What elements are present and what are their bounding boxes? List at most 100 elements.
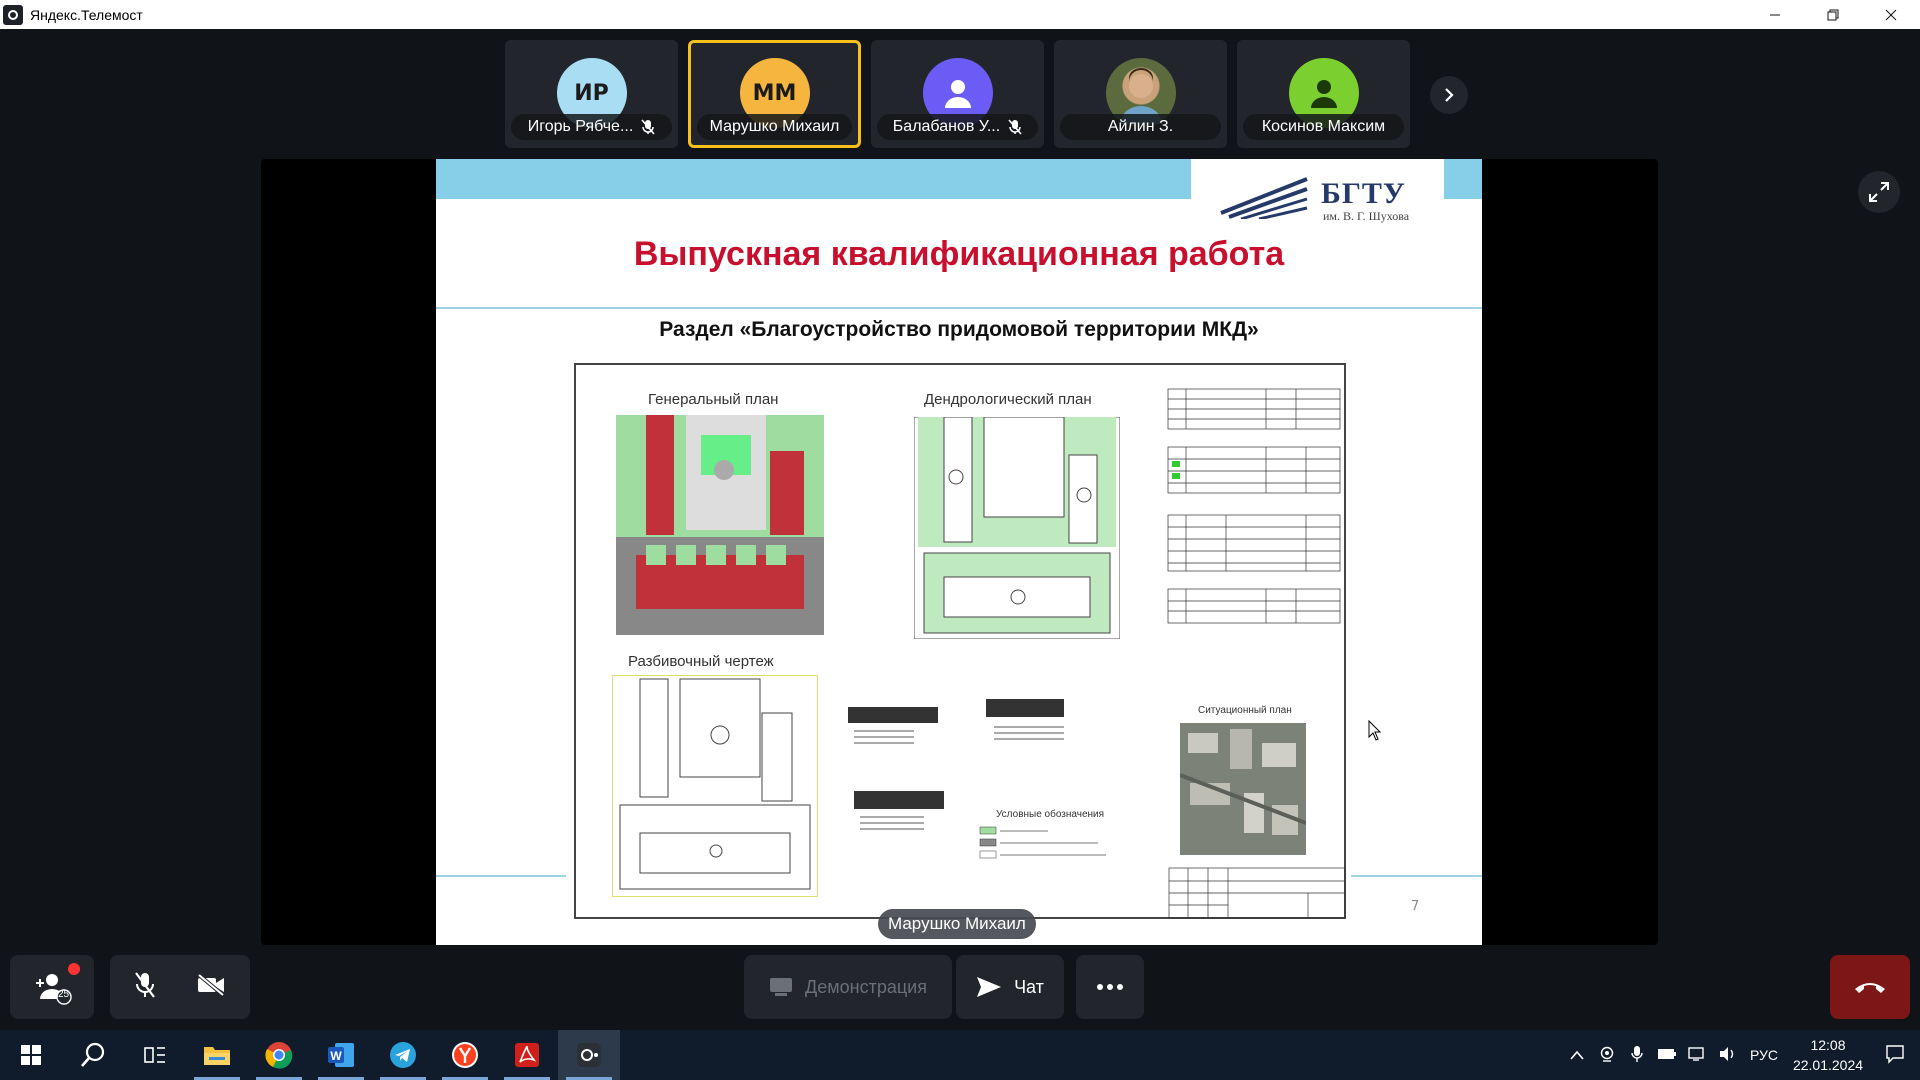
shared-slide: БГТУ им. В. Г. Шухова Выпускная квалифик… <box>436 159 1482 945</box>
clock-date: 22.01.2024 <box>1792 1057 1864 1073</box>
screen-share-button[interactable]: Демонстрация <box>744 955 952 1019</box>
university-logo: БГТУ им. В. Г. Шухова <box>1191 159 1444 229</box>
chat-label: Чат <box>1014 976 1044 997</box>
chevron-up-icon[interactable] <box>1562 1047 1592 1063</box>
microphone-tray-icon[interactable] <box>1622 1045 1652 1066</box>
task-view-icon <box>144 1047 165 1063</box>
general-plan-label: Генеральный план <box>648 391 779 408</box>
word-icon: W <box>328 1043 354 1067</box>
invite-participants-button[interactable]: 25 <box>10 955 94 1019</box>
chrome-icon <box>265 1042 293 1069</box>
chevron-right-icon <box>1445 88 1454 102</box>
participant-name: Балабанов У... <box>892 118 1001 135</box>
mic-off-icon <box>641 119 655 135</box>
dendro-plan-drawing <box>914 417 1120 639</box>
telemost-icon <box>577 1043 601 1067</box>
windows-taskbar: W РУС 12:08 22.01.2024 <box>0 1030 1920 1080</box>
dendro-plan-label: Дендрологический план <box>924 391 1092 408</box>
restore-icon <box>1827 9 1839 20</box>
participant-strip: ИР Игорь Рябче... ММ Марушко Михаил Бала… <box>505 40 1410 148</box>
minimize-icon <box>1770 14 1780 15</box>
participant-tile[interactable]: Айлин З. <box>1054 40 1227 148</box>
hang-up-icon <box>1855 983 1885 993</box>
search-button[interactable] <box>62 1030 124 1080</box>
schedule-tables <box>1167 388 1341 624</box>
logo-subtext: им. В. Г. Шухова <box>1323 209 1410 223</box>
start-button[interactable] <box>0 1030 62 1080</box>
chrome-button[interactable] <box>248 1030 310 1080</box>
camera-off-icon <box>197 972 225 997</box>
logo-text: БГТУ <box>1321 177 1406 210</box>
acrobat-button[interactable] <box>496 1030 558 1080</box>
notifications-button[interactable] <box>1870 1044 1920 1067</box>
battery-icon[interactable] <box>1652 1047 1682 1063</box>
system-tray: РУС 12:08 22.01.2024 <box>1562 1030 1920 1080</box>
camera-button[interactable] <box>196 972 226 1002</box>
situation-plan-map <box>1180 723 1306 855</box>
close-button[interactable] <box>1862 0 1920 29</box>
notification-icon <box>1886 1044 1904 1064</box>
telegram-button[interactable] <box>372 1030 434 1080</box>
legend-swatches <box>979 826 1106 859</box>
word-button[interactable]: W <box>310 1030 372 1080</box>
more-options-button[interactable] <box>1076 955 1144 1019</box>
slide-page-number: 7 <box>1411 899 1420 914</box>
chat-button[interactable]: Чат <box>956 955 1064 1019</box>
participant-tile[interactable]: ИР Игорь Рябче... <box>505 40 678 148</box>
minimize-button[interactable] <box>1746 0 1804 29</box>
expand-icon <box>1869 182 1889 202</box>
layout-drawing-label: Разбивочный чертеж <box>628 653 774 670</box>
slide-divider <box>436 875 566 877</box>
participant-tile[interactable]: Косинов Максим <box>1237 40 1410 148</box>
media-controls <box>110 955 250 1019</box>
mute-button[interactable] <box>134 971 156 1004</box>
participant-name: Айлин З. <box>1107 118 1174 135</box>
mic-off-icon <box>135 971 155 998</box>
title-bar: Яндекс.Телемост <box>0 0 1920 29</box>
fullscreen-button[interactable] <box>1858 171 1900 213</box>
search-icon <box>81 1042 105 1067</box>
folder-icon <box>204 1047 230 1065</box>
restore-button[interactable] <box>1804 0 1862 29</box>
slide-title: Выпускная квалификационная работа <box>633 235 1285 273</box>
participant-name: Марушко Михаил <box>709 118 840 135</box>
network-icon[interactable] <box>1682 1046 1712 1065</box>
screen-share-icon <box>770 978 793 996</box>
drawing-sheet: Генеральный план Дендрологический план Р… <box>574 363 1346 919</box>
legend-label: Условные обозначения <box>996 809 1105 820</box>
file-explorer-button[interactable] <box>186 1030 248 1080</box>
telemost-taskbar-button[interactable] <box>558 1030 620 1080</box>
window-controls <box>1746 0 1920 29</box>
participant-tile-active[interactable]: ММ Марушко Михаил <box>688 40 861 148</box>
clock[interactable]: 12:08 22.01.2024 <box>1786 1035 1870 1075</box>
participant-name: Игорь Рябче... <box>527 118 634 135</box>
participant-name: Косинов Максим <box>1261 118 1386 135</box>
volume-icon[interactable] <box>1712 1046 1742 1065</box>
yandex-icon <box>452 1042 478 1068</box>
task-view-button[interactable] <box>124 1030 186 1080</box>
more-dots-icon <box>1097 984 1123 990</box>
layout-drawing <box>612 675 818 897</box>
send-icon <box>977 977 1002 997</box>
slide-divider <box>1351 875 1482 877</box>
mic-off-icon <box>1008 119 1022 135</box>
participant-tile[interactable]: Балабанов У... <box>871 40 1044 148</box>
close-icon <box>1885 9 1897 20</box>
active-speaker-label: Марушко Михаил <box>878 909 1036 939</box>
notification-dot <box>68 963 80 975</box>
clock-time: 12:08 <box>1810 1037 1846 1053</box>
windows-logo-icon <box>21 1045 41 1065</box>
svg-text:W: W <box>330 1049 342 1063</box>
telemost-app-icon <box>3 4 23 25</box>
pdf-icon <box>515 1043 539 1067</box>
slide-divider <box>436 307 1482 309</box>
webcam-tray-icon[interactable] <box>1592 1046 1622 1065</box>
yandex-browser-button[interactable] <box>434 1030 496 1080</box>
general-plan-drawing <box>616 415 824 635</box>
strip-next-button[interactable] <box>1430 76 1468 114</box>
title-block <box>1168 867 1346 919</box>
input-language[interactable]: РУС <box>1742 1047 1786 1063</box>
participant-count: 25 <box>58 989 70 1000</box>
end-call-button[interactable] <box>1830 955 1910 1019</box>
mouse-cursor-icon <box>1368 720 1382 741</box>
